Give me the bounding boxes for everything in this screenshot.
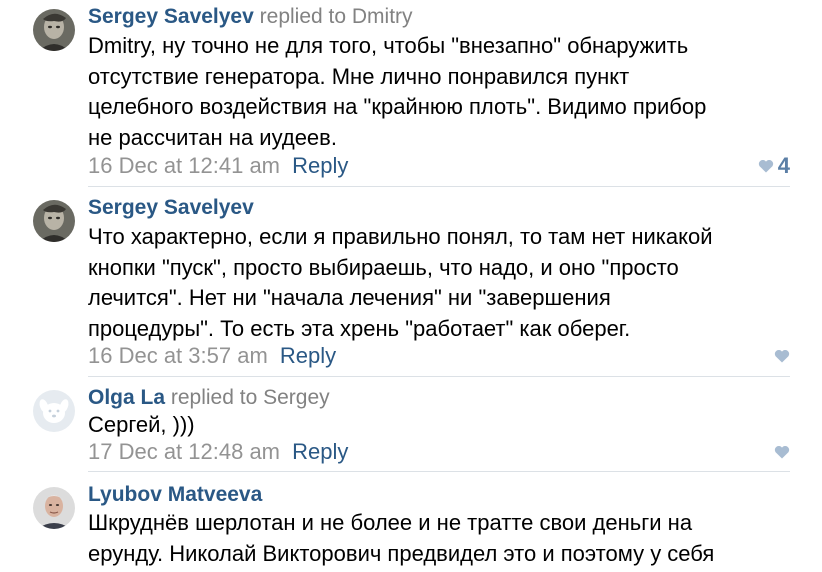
comment-text-line: лечится". Нет ни "начала лечения" ни "за…: [88, 285, 611, 310]
comment-text-line: ерунду. Николай Викторович предвидел это…: [88, 540, 715, 566]
comment-date[interactable]: 16 Dec at 3:57 am: [88, 343, 268, 368]
comment-text-line: кнопки "пуск", просто выбираешь, что над…: [88, 254, 679, 280]
reply-link[interactable]: Reply: [292, 439, 348, 464]
author-line: Olga La replied to Sergey: [88, 386, 330, 410]
like-button[interactable]: [774, 349, 790, 363]
author-name[interactable]: Sergey Savelyev: [88, 5, 254, 28]
avatar[interactable]: [33, 390, 75, 432]
author-name[interactable]: Sergey Savelyev: [88, 196, 254, 219]
comment-text-line: Шкруднёв шерлотан и не более и не тратте…: [88, 510, 693, 535]
avatar[interactable]: [33, 9, 75, 51]
comment-text-line: Сергей, ))): [88, 412, 195, 437]
heart-icon: [774, 349, 790, 363]
comment-date[interactable]: 16 Dec at 12:41 am: [88, 153, 280, 178]
comment-date[interactable]: 17 Dec at 12:48 am: [88, 439, 280, 464]
replied-to[interactable]: replied to Dmitry: [260, 5, 413, 28]
comment-item: Lyubov Matveeva Шкруднёв шерлотан и не б…: [0, 472, 822, 572]
heart-icon: [774, 445, 790, 459]
author-line: Sergey Savelyev replied to Dmitry: [88, 5, 413, 29]
like-count: 4: [777, 153, 790, 178]
comment-meta: 16 Dec at 3:57 am Reply: [88, 343, 336, 369]
comment-text-line: целебного воздействия на "крайнюю плоть"…: [88, 94, 707, 119]
comment-text-line: Dmitry, ну точно не для того, чтобы "вне…: [88, 33, 689, 58]
comment-text-line: отсутствие генератора. Мне лично понрави…: [88, 63, 630, 89]
avatar-photo: [33, 9, 75, 51]
comment-text: Что характерно, если я правильно понял, …: [88, 222, 808, 344]
comment-text-line: Что характерно, если я правильно понял, …: [88, 224, 713, 249]
heart-icon: [758, 159, 773, 173]
reply-link[interactable]: Reply: [280, 343, 336, 368]
avatar[interactable]: [33, 487, 75, 529]
like-button[interactable]: 4: [758, 153, 790, 179]
dog-avatar-icon: [33, 390, 75, 432]
comment-item: Sergey Savelyev Что характерно, если я п…: [0, 187, 822, 377]
replied-to[interactable]: replied to Sergey: [171, 386, 330, 409]
comment-text: Dmitry, ну точно не для того, чтобы "вне…: [88, 31, 808, 153]
comment-text-line: не рассчитан на иудеев.: [88, 124, 337, 150]
author-name[interactable]: Olga La: [88, 386, 165, 409]
avatar[interactable]: [33, 200, 75, 242]
comment-text: Шкруднёв шерлотан и не более и не тратте…: [88, 508, 808, 569]
comment-meta: 16 Dec at 12:41 am Reply: [88, 153, 348, 179]
reply-link[interactable]: Reply: [292, 153, 348, 178]
comment-item: Sergey Savelyev replied to Dmitry Dmitry…: [0, 0, 822, 187]
author-line: Lyubov Matveeva: [88, 483, 262, 507]
avatar-photo: [33, 487, 75, 529]
comment-meta: 17 Dec at 12:48 am Reply: [88, 439, 348, 465]
like-button[interactable]: [774, 445, 790, 459]
author-name[interactable]: Lyubov Matveeva: [88, 483, 262, 506]
author-line: Sergey Savelyev: [88, 196, 254, 220]
avatar-photo: [33, 200, 75, 242]
comment-item: Olga La replied to Sergey Сергей, ))) 17…: [0, 377, 822, 473]
comment-text-line: процедуры". То есть эта хрень "работает"…: [88, 315, 631, 341]
comment-text: Сергей, ))): [88, 410, 808, 441]
